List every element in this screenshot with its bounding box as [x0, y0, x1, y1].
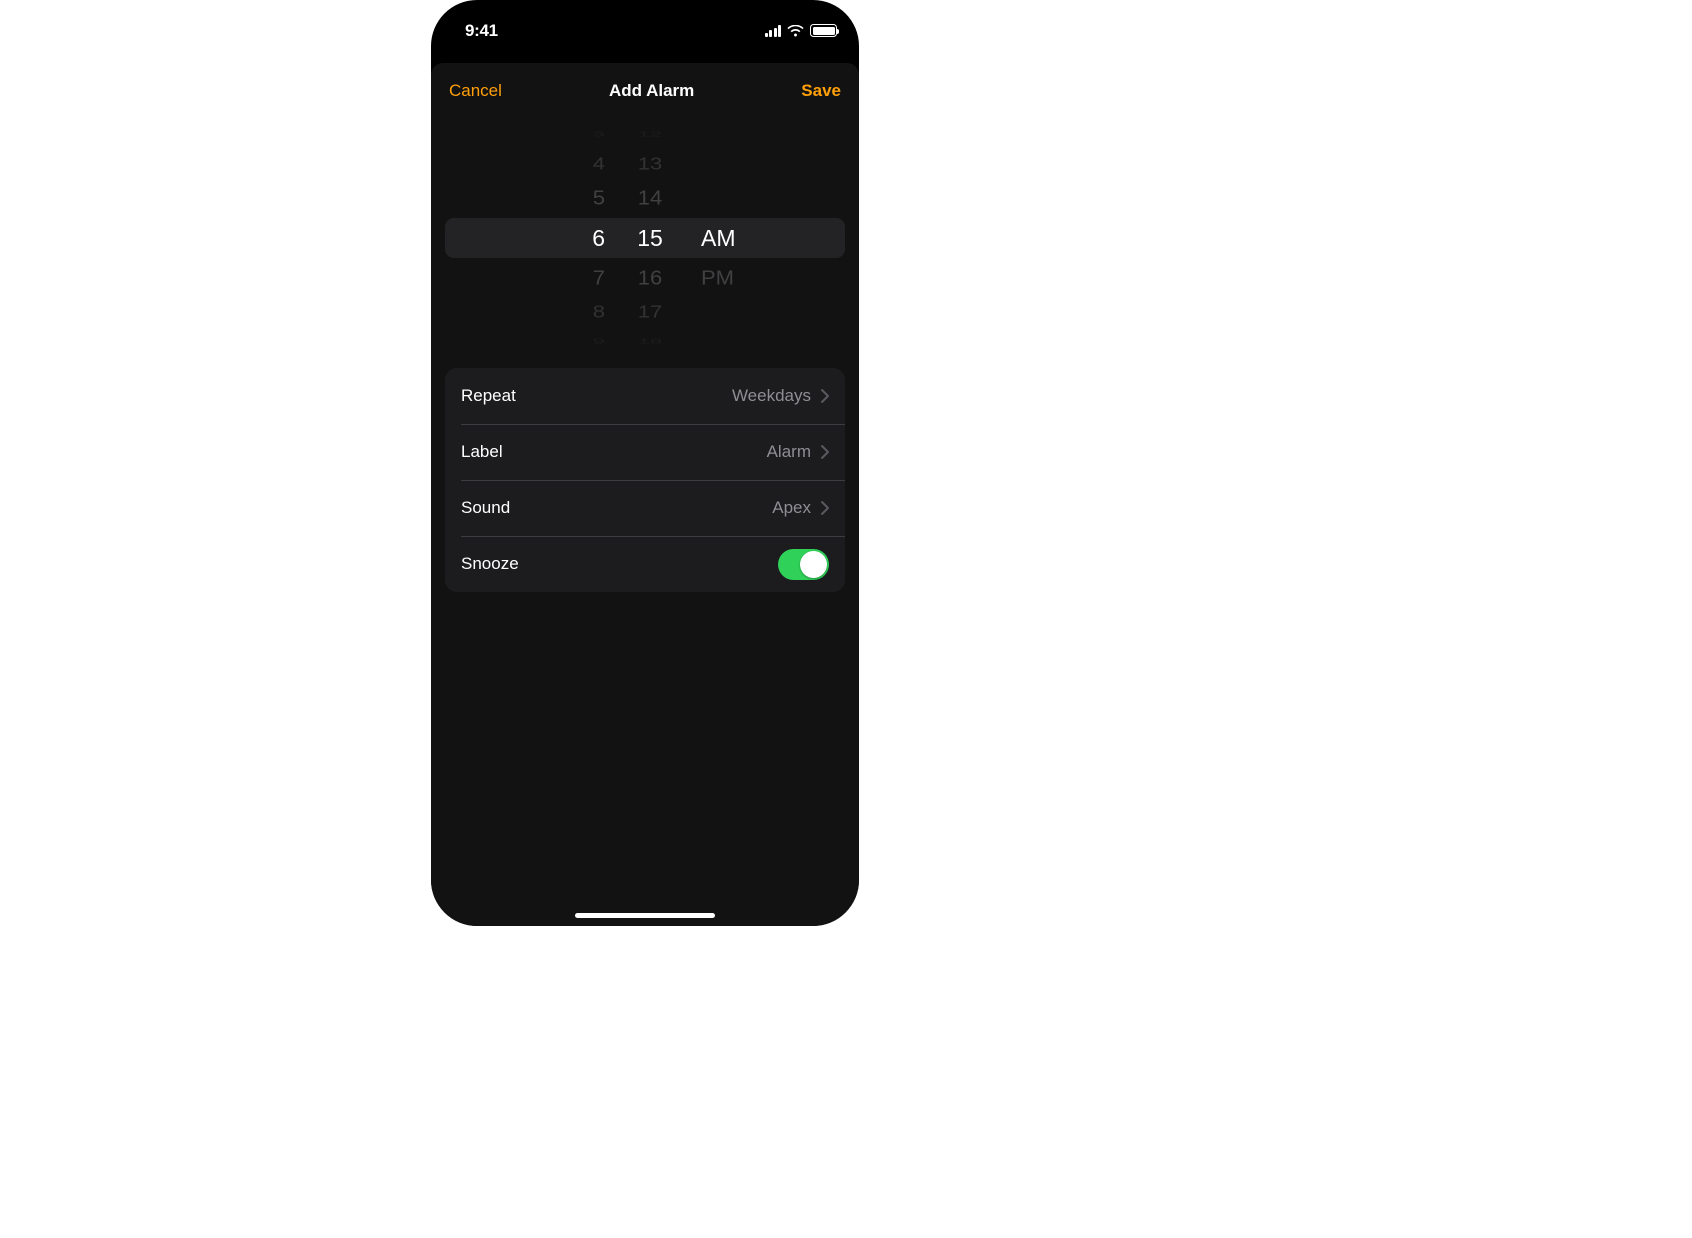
chevron-right-icon [821, 501, 829, 515]
hour-option: 7 [593, 268, 605, 288]
ampm-wheel[interactable]: AM PM [677, 125, 847, 350]
home-indicator[interactable] [575, 913, 715, 918]
status-indicators [765, 24, 838, 37]
minute-wheel[interactable]: 12 13 14 15 16 17 18 [623, 125, 677, 350]
save-button[interactable]: Save [801, 81, 841, 101]
chevron-right-icon [821, 389, 829, 403]
sheet-header: Cancel Add Alarm Save [431, 63, 859, 119]
iphone-frame: 9:41 Cancel Add Alarm Save [431, 0, 859, 926]
minute-selected: 15 [623, 227, 677, 250]
sheet-title: Add Alarm [609, 81, 694, 101]
cancel-button[interactable]: Cancel [449, 81, 502, 101]
snooze-toggle[interactable] [778, 549, 829, 580]
alarm-settings-list: Repeat Weekdays Label Alarm Sound Apex [445, 368, 845, 592]
label-row[interactable]: Label Alarm [445, 424, 845, 480]
hour-selected: 6 [592, 227, 605, 250]
minute-option: 13 [623, 155, 677, 172]
ampm-option: PM [701, 268, 847, 288]
sound-value: Apex [772, 498, 811, 518]
minute-option: 18 [623, 337, 677, 345]
hour-option: 4 [593, 155, 605, 172]
wifi-icon [787, 25, 804, 37]
status-bar: 9:41 [431, 0, 859, 47]
ampm-selected: AM [701, 227, 847, 250]
hour-option: 8 [593, 303, 605, 320]
status-time: 9:41 [465, 21, 498, 41]
hour-option: 3 [593, 130, 605, 138]
minute-option: 16 [623, 268, 677, 288]
label-label: Label [461, 442, 767, 462]
hour-wheel[interactable]: 3 4 5 6 7 8 9 [443, 125, 623, 350]
repeat-row[interactable]: Repeat Weekdays [445, 368, 845, 424]
minute-option: 12 [623, 130, 677, 138]
snooze-label: Snooze [461, 554, 778, 574]
time-picker[interactable]: 3 4 5 6 7 8 9 12 13 14 15 16 17 18 [431, 125, 859, 350]
snooze-row: Snooze [445, 536, 845, 592]
chevron-right-icon [821, 445, 829, 459]
sound-row[interactable]: Sound Apex [445, 480, 845, 536]
hour-option: 9 [593, 337, 605, 345]
label-value: Alarm [767, 442, 811, 462]
minute-option: 17 [623, 303, 677, 320]
sound-label: Sound [461, 498, 772, 518]
repeat-label: Repeat [461, 386, 732, 406]
minute-option: 14 [623, 188, 677, 208]
add-alarm-sheet: Cancel Add Alarm Save 3 4 5 6 7 8 9 12 1… [431, 63, 859, 926]
cellular-icon [765, 25, 782, 37]
toggle-knob [800, 551, 827, 578]
hour-option: 5 [593, 188, 605, 208]
repeat-value: Weekdays [732, 386, 811, 406]
battery-icon [810, 24, 837, 37]
